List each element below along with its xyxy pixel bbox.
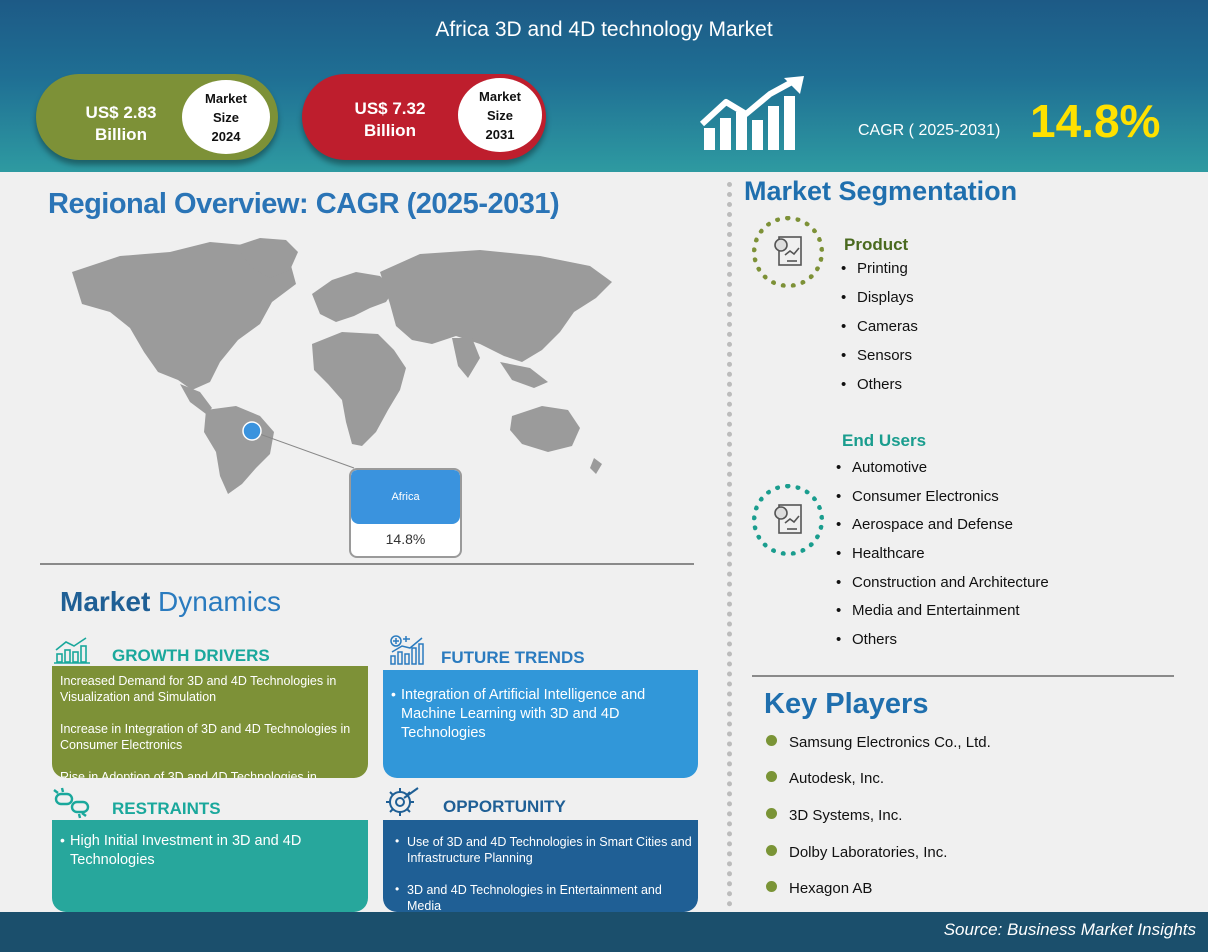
- list-item: Healthcare: [836, 545, 1049, 574]
- bullet: •: [395, 834, 400, 848]
- key-player-item: Samsung Electronics Co., Ltd.: [766, 734, 991, 751]
- market-size-2031-value: US$ 7.32: [354, 99, 426, 118]
- market-size-2031-unit: Billion: [364, 121, 416, 140]
- column-divider: [727, 182, 732, 907]
- world-map: [72, 238, 612, 494]
- key-player-item: Autodesk, Inc.: [766, 770, 884, 787]
- key-players-title: Key Players: [764, 688, 929, 720]
- list-item: Construction and Architecture: [836, 574, 1049, 603]
- restraint-item: High Initial Investment in 3D and 4D Tec…: [70, 833, 302, 868]
- source-credit: Source: Business Market Insights: [943, 920, 1196, 939]
- future-trend-item: Integration of Artificial Intelligence a…: [401, 687, 646, 741]
- market-size-2031-pill: US$ 7.32 Billion Market Size 2031: [302, 74, 546, 160]
- product-title: Product: [844, 235, 909, 254]
- key-player-item: 3D Systems, Inc.: [766, 807, 902, 824]
- key-player-item: Dolby Laboratories, Inc.: [766, 844, 947, 861]
- market-size-label-line1: Market: [479, 88, 521, 104]
- market-size-2024-unit: Billion: [95, 125, 147, 144]
- region-callout: Africa 14.8%: [349, 468, 462, 558]
- market-size-2024-label: Market Size 2024: [182, 80, 270, 154]
- list-item: Cameras: [841, 318, 918, 347]
- divider: [752, 675, 1174, 677]
- page-title: Africa 3D and 4D technology Market: [435, 18, 773, 41]
- bullet: •: [60, 832, 65, 848]
- market-size-label-line2: Size: [212, 109, 239, 125]
- opportunity-card: • Use of 3D and 4D Technologies in Smart…: [383, 820, 698, 912]
- list-item: Printing: [841, 260, 918, 289]
- cagr-value: 14.8%: [1030, 95, 1161, 147]
- growth-drivers-card: Increased Demand for 3D and 4D Technolog…: [52, 666, 368, 778]
- list-item: Displays: [841, 289, 918, 318]
- opportunity-title: OPPORTUNITY: [443, 797, 566, 816]
- end-users-icon: [752, 484, 824, 556]
- key-player-name: Samsung Electronics Co., Ltd.: [789, 734, 991, 751]
- market-size-2024-value: US$ 2.83: [85, 103, 157, 122]
- growth-driver-item: Increased Demand for 3D and 4D Technolog…: [60, 674, 337, 704]
- end-users-title: End Users: [842, 431, 927, 450]
- region-marker: [242, 421, 262, 441]
- market-size-year: 2031: [485, 126, 515, 142]
- bullet: [766, 845, 777, 856]
- key-player-name: Autodesk, Inc.: [789, 770, 885, 787]
- restraints-card: • High Initial Investment in 3D and 4D T…: [52, 820, 368, 912]
- market-size-2031-label: Market Size 2031: [458, 78, 542, 152]
- future-trends-card: • Integration of Artificial Intelligence…: [383, 670, 698, 778]
- market-size-2024-pill: US$ 2.83 Billion Market Size 2024: [36, 74, 278, 160]
- region-name: Africa: [351, 470, 460, 524]
- cagr-label: CAGR ( 2025-2031): [858, 122, 1001, 139]
- growth-drivers-title: GROWTH DRIVERS: [112, 646, 270, 665]
- bullet: [766, 808, 777, 819]
- gear-target-icon: [386, 787, 419, 816]
- market-size-label-line1: Market: [205, 90, 247, 106]
- bullet: •: [391, 686, 396, 702]
- key-player-item: Hexagon AB: [766, 880, 872, 897]
- future-trends-icon: [390, 635, 424, 665]
- growth-driver-item: Rise in Adoption of 3D and 4D Technologi…: [60, 770, 317, 778]
- key-player-name: Hexagon AB: [789, 880, 873, 897]
- list-item: Aerospace and Defense: [836, 516, 1049, 545]
- end-users-list: Automotive Consumer Electronics Aerospac…: [836, 459, 1049, 660]
- opportunity-item: 3D and 4D Technologies in Entertainment …: [407, 883, 662, 912]
- bullet: [766, 881, 777, 892]
- regional-overview-title: Regional Overview: CAGR (2025-2031): [48, 188, 560, 220]
- restraints-title: RESTRAINTS: [112, 799, 221, 818]
- market-size-year: 2024: [211, 128, 241, 144]
- market-size-label-line2: Size: [486, 107, 513, 123]
- key-player-name: 3D Systems, Inc.: [789, 807, 903, 824]
- growth-chart-icon: [700, 76, 804, 150]
- bullet: •: [395, 882, 400, 896]
- bullet: [766, 735, 777, 746]
- list-item: Others: [836, 631, 1049, 660]
- product-list: Printing Displays Cameras Sensors Others: [841, 260, 918, 405]
- market-dynamics-title: Market Dynamics: [60, 586, 281, 618]
- market-dynamics-title-a: Market: [60, 586, 151, 617]
- list-item: Others: [841, 376, 918, 405]
- list-item: Automotive: [836, 459, 1049, 488]
- list-item: Sensors: [841, 347, 918, 376]
- opportunity-item: Use of 3D and 4D Technologies in Smart C…: [407, 835, 692, 865]
- market-dynamics-title-b: Dynamics: [158, 586, 281, 617]
- growth-drivers-icon: [54, 637, 90, 664]
- region-cagr-value: 14.8%: [385, 531, 426, 547]
- list-item: Media and Entertainment: [836, 602, 1049, 631]
- key-player-name: Dolby Laboratories, Inc.: [789, 844, 948, 861]
- product-icon: [752, 216, 824, 288]
- market-segmentation-title: Market Segmentation: [744, 176, 1018, 206]
- bullet: [766, 771, 777, 782]
- future-trends-title: FUTURE TRENDS: [441, 648, 585, 667]
- broken-chain-icon: [53, 787, 90, 819]
- list-item: Consumer Electronics: [836, 488, 1049, 517]
- growth-driver-item: Increase in Integration of 3D and 4D Tec…: [60, 722, 351, 752]
- divider: [40, 563, 694, 565]
